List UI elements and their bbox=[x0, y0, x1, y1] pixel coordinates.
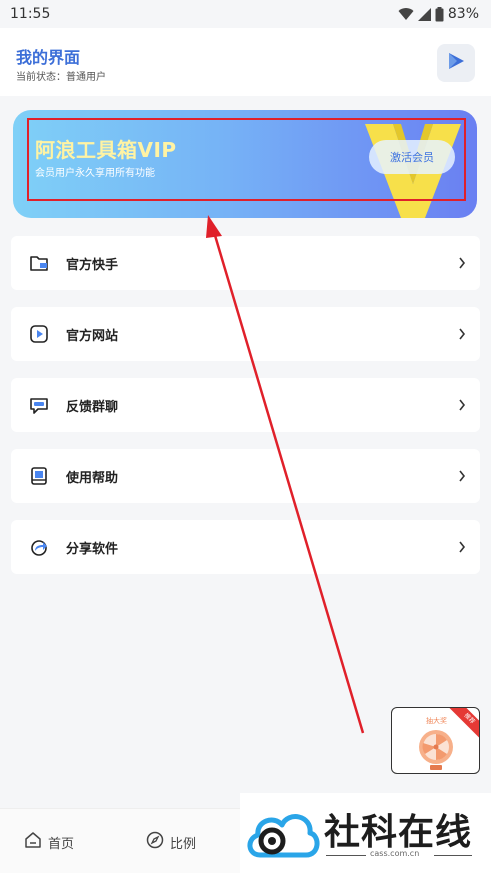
page-title: 我的界面 bbox=[16, 48, 81, 67]
cloud-logo-icon bbox=[246, 803, 320, 871]
prize-wheel-icon bbox=[416, 728, 456, 773]
wifi-icon bbox=[398, 7, 414, 21]
signal-icon bbox=[417, 7, 431, 21]
home-icon bbox=[24, 831, 42, 853]
book-icon bbox=[29, 466, 49, 486]
nav-item-ratio[interactable]: 比例 bbox=[146, 831, 196, 853]
watermark-url: cass.com.cn bbox=[370, 849, 420, 858]
watermark-divider-right bbox=[434, 855, 472, 856]
share-icon bbox=[29, 537, 49, 557]
lucky-draw-floating-card[interactable]: 抽大奖 推荐 bbox=[391, 707, 480, 774]
nav-item-home[interactable]: 首页 bbox=[24, 831, 74, 853]
compass-icon bbox=[146, 831, 164, 853]
menu-item-feedback-group[interactable]: 反馈群聊 bbox=[11, 378, 480, 432]
play-icon bbox=[446, 51, 466, 75]
menu-item-share[interactable]: 分享软件 bbox=[11, 520, 480, 574]
menu-item-help[interactable]: 使用帮助 bbox=[11, 449, 480, 503]
user-status: 当前状态：普通用户 bbox=[16, 72, 106, 83]
menu-item-label: 官方网站 bbox=[66, 328, 119, 344]
play-circle-icon bbox=[29, 324, 49, 344]
play-button[interactable] bbox=[437, 44, 475, 82]
menu-item-label: 使用帮助 bbox=[66, 470, 119, 486]
watermark-divider-left bbox=[326, 855, 366, 856]
status-time: 11:55 bbox=[10, 6, 51, 22]
vip-description: 会员用户永久享用所有功能 bbox=[35, 168, 155, 179]
chevron-right-icon bbox=[458, 326, 466, 345]
nav-label: 首页 bbox=[48, 836, 75, 852]
battery-level: 83% bbox=[447, 6, 479, 22]
chevron-right-icon bbox=[458, 397, 466, 416]
vip-title: 阿浪工具箱VIP bbox=[35, 138, 177, 162]
battery-icon bbox=[435, 6, 444, 22]
menu-item-label: 反馈群聊 bbox=[66, 399, 119, 415]
activate-vip-button[interactable]: 激活会员 bbox=[369, 140, 455, 174]
chevron-right-icon bbox=[458, 468, 466, 487]
chevron-right-icon bbox=[458, 539, 466, 558]
status-icons: 83% bbox=[398, 6, 479, 22]
menu-item-kuaishou[interactable]: 官方快手 bbox=[11, 236, 480, 290]
nav-label: 比例 bbox=[170, 836, 197, 852]
watermark-brand: 社科在线 bbox=[324, 812, 473, 853]
watermark: 社科在线 cass.com.cn bbox=[240, 793, 491, 873]
menu-item-label: 官方快手 bbox=[66, 257, 119, 273]
chevron-right-icon bbox=[458, 255, 466, 274]
chat-icon bbox=[29, 395, 49, 415]
menu-item-website[interactable]: 官方网站 bbox=[11, 307, 480, 361]
folder-icon bbox=[29, 253, 49, 273]
status-bar: 11:55 83% bbox=[0, 0, 491, 28]
menu-item-label: 分享软件 bbox=[66, 541, 119, 557]
page-header: 我的界面 当前状态：普通用户 bbox=[0, 28, 491, 96]
vip-banner[interactable]: 阿浪工具箱VIP 会员用户永久享用所有功能 激活会员 bbox=[13, 110, 477, 218]
